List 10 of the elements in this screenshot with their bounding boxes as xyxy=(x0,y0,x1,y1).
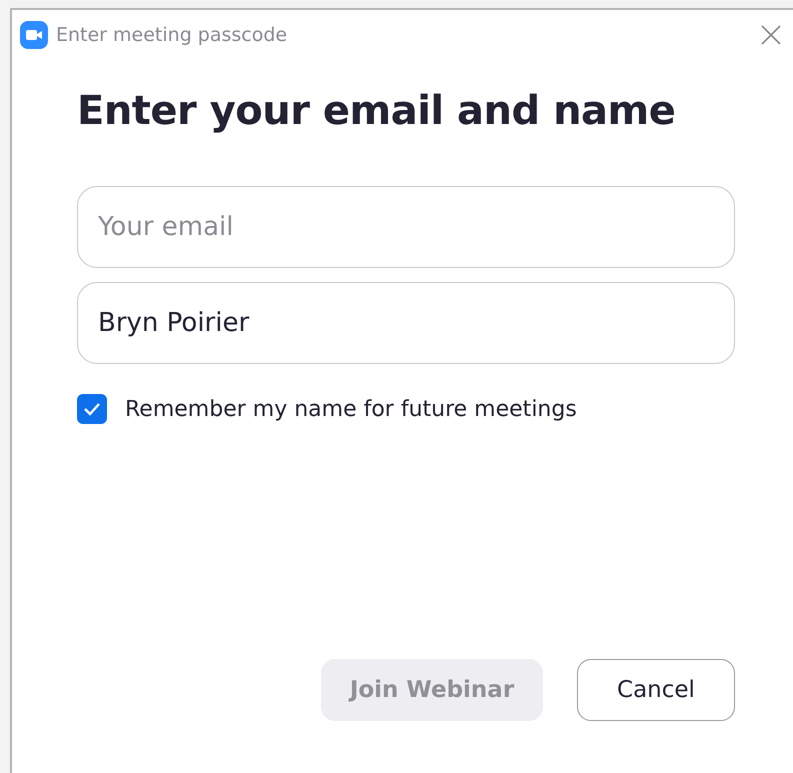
cancel-button[interactable]: Cancel xyxy=(577,659,735,721)
checkbox[interactable] xyxy=(77,394,107,424)
close-icon[interactable] xyxy=(761,25,781,45)
video-camera-icon xyxy=(20,21,48,49)
window-title: Enter meeting passcode xyxy=(56,24,288,46)
dialog-heading: Enter your email and name xyxy=(77,88,676,134)
checkbox-label: Remember my name for future meetings xyxy=(125,396,577,422)
email-field[interactable]: Your email xyxy=(77,186,735,268)
check-icon xyxy=(83,402,101,416)
name-field[interactable]: Bryn Poirier xyxy=(77,282,735,364)
